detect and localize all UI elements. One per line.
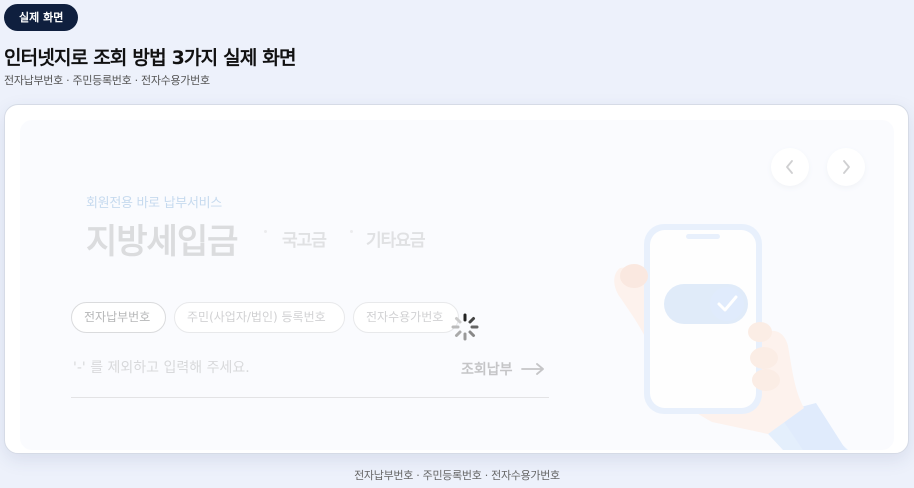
hand-holding-phone-with-toggle-check-icon bbox=[608, 208, 848, 450]
input-underline bbox=[71, 397, 549, 398]
option-registration-number[interactable]: 주민(사업자/법인) 등록번호 bbox=[174, 302, 345, 333]
option-customer-number[interactable]: 전자수용가번호 bbox=[353, 302, 459, 333]
number-input[interactable] bbox=[71, 350, 435, 386]
status-badge: 실제 화면 bbox=[4, 4, 79, 31]
footer-caption: 전자납부번호 · 주민등록번호 · 전자수용가번호 bbox=[354, 469, 560, 482]
screenshot-frame: 회원전용 바로 납부서비스 지방세입금 국고금 기타요금 전자납부번호 주민(사… bbox=[4, 104, 909, 454]
carousel-prev-button[interactable] bbox=[771, 148, 809, 186]
arrow-right-icon bbox=[520, 363, 544, 375]
tab-local-tax[interactable]: 지방세입금 bbox=[86, 214, 238, 263]
inquiry-pay-button[interactable]: 조회납부 bbox=[461, 358, 545, 380]
submit-label: 조회납부 bbox=[461, 362, 513, 378]
option-electronic-payment-number[interactable]: 전자납부번호 bbox=[71, 302, 166, 333]
tab-other-fees[interactable]: 기타요금 bbox=[366, 226, 426, 251]
page-title: 인터넷지로 조회 방법 3가지 실제 화면 bbox=[4, 47, 297, 69]
carousel-next-button[interactable] bbox=[827, 148, 865, 186]
tab-separator bbox=[350, 230, 353, 233]
service-label: 회원전용 바로 납부서비스 bbox=[86, 196, 222, 211]
tab-separator bbox=[264, 230, 267, 233]
chevron-right-icon bbox=[843, 160, 850, 174]
page-subtitle: 전자납부번호 · 주민등록번호 · 전자수용가번호 bbox=[4, 74, 210, 87]
payment-panel: 회원전용 바로 납부서비스 지방세입금 국고금 기타요금 전자납부번호 주민(사… bbox=[20, 120, 894, 450]
chevron-left-icon bbox=[786, 160, 793, 174]
tab-national-treasury[interactable]: 국고금 bbox=[282, 226, 327, 251]
spinner-icon bbox=[451, 313, 479, 341]
